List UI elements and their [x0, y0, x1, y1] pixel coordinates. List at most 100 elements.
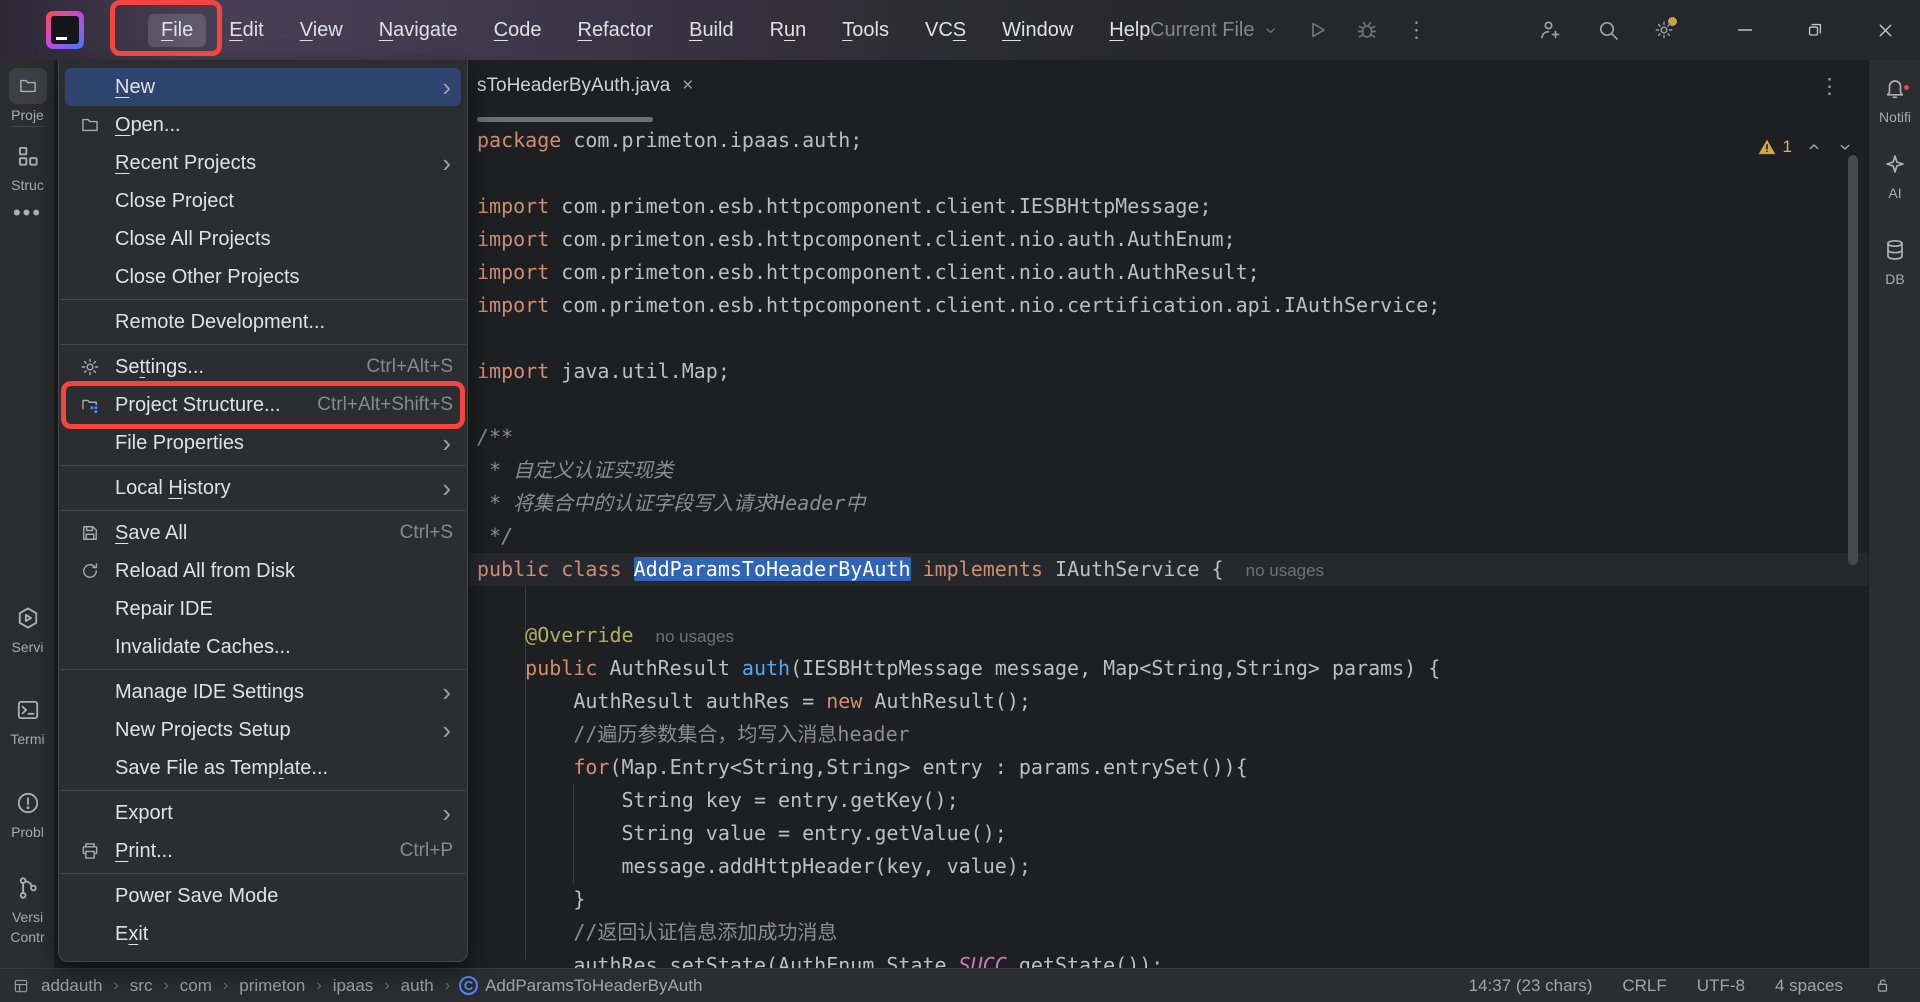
code-line[interactable]: /** [469, 421, 1868, 454]
menu-run[interactable]: Run [757, 14, 820, 47]
sidebar-item-version-control[interactable]: VersiContr [0, 870, 55, 946]
sidebar-item-project[interactable]: Proje [0, 68, 55, 124]
menu-item-close-project[interactable]: Close Project [59, 182, 467, 220]
breadcrumb-item[interactable]: auth [399, 976, 436, 996]
code-line[interactable]: //返回认证信息添加成功消息 [469, 916, 1868, 949]
menu-item-remote-development[interactable]: Remote Development... [59, 303, 467, 341]
code-line[interactable]: String value = entry.getValue(); [469, 817, 1868, 850]
menu-item-save-file-as-template[interactable]: Save File as Template... [59, 749, 467, 787]
inspections-widget[interactable]: 1 [1757, 130, 1854, 163]
line-separator-widget[interactable]: CRLF [1622, 976, 1666, 996]
menu-item-new[interactable]: New› [65, 68, 461, 106]
menu-tools[interactable]: Tools [829, 14, 902, 47]
sidebar-item-services[interactable]: Servi [0, 600, 55, 656]
code-line[interactable]: @Overrideno usages [469, 619, 1868, 652]
menu-vcs[interactable]: VCS [912, 14, 979, 47]
menu-item-local-history[interactable]: Local History› [59, 469, 467, 507]
breadcrumb-item[interactable]: com [178, 976, 214, 996]
breadcrumb-item-class[interactable]: CAddParamsToHeaderByAuth [459, 976, 702, 996]
breadcrumb-item[interactable]: addauth [39, 976, 104, 996]
minimize-button[interactable] [1710, 0, 1780, 60]
menu-item-settings[interactable]: Settings...Ctrl+Alt+S [59, 348, 467, 386]
editor-scrollbar[interactable] [1848, 155, 1858, 565]
sidebar-item-ai-assistant[interactable]: AI [1869, 146, 1920, 202]
menu-item-new-projects-setup[interactable]: New Projects Setup› [59, 711, 467, 749]
maximize-button[interactable] [1780, 0, 1850, 60]
chevron-up-icon[interactable] [1805, 138, 1823, 156]
sidebar-item-problems[interactable]: Probl [0, 785, 55, 841]
code-line[interactable] [469, 388, 1868, 421]
code-line[interactable] [469, 322, 1868, 355]
code-line[interactable]: for(Map.Entry<String,String> entry : par… [469, 751, 1868, 784]
menu-item-exit[interactable]: Exit [59, 915, 467, 953]
menu-item-invalidate-caches[interactable]: Invalidate Caches... [59, 628, 467, 666]
breadcrumb-item[interactable]: src [128, 976, 155, 996]
code-line[interactable]: package com.primeton.ipaas.auth; [469, 124, 1868, 157]
menu-item-export[interactable]: Export› [59, 794, 467, 832]
code-line[interactable]: //遍历参数集合，均写入消息header [469, 718, 1868, 751]
code-line[interactable]: import com.primeton.esb.httpcomponent.cl… [469, 256, 1868, 289]
menu-code[interactable]: Code [481, 14, 555, 47]
tab-scroll-indicator[interactable] [477, 117, 653, 122]
menu-item-save-all[interactable]: Save AllCtrl+S [59, 514, 467, 552]
breadcrumb-item[interactable]: ipaas [331, 976, 376, 996]
sidebar-item-database[interactable]: DB [1869, 232, 1920, 288]
encoding-widget[interactable]: UTF-8 [1697, 976, 1745, 996]
sidebar-item-more-tool-windows[interactable]: ••• [0, 195, 55, 231]
tab-close-icon[interactable]: × [682, 75, 693, 97]
menu-view[interactable]: View [287, 14, 356, 47]
editor-tab[interactable]: sToHeaderByAuth.java × [469, 60, 701, 112]
close-button[interactable] [1850, 0, 1920, 60]
file-writable-lock-icon[interactable] [1873, 976, 1892, 995]
project-structure-icon [77, 393, 103, 417]
chevron-down-icon[interactable] [1836, 138, 1854, 156]
breadcrumb-item[interactable]: primeton [237, 976, 307, 996]
code-line[interactable]: message.addHttpHeader(key, value); [469, 850, 1868, 883]
menu-item-power-save-mode[interactable]: Power Save Mode [59, 877, 467, 915]
menu-item-close-other-projects[interactable]: Close Other Projects [59, 258, 467, 296]
code-line[interactable]: String key = entry.getKey(); [469, 784, 1868, 817]
menu-window[interactable]: Window [989, 14, 1086, 47]
code-with-me-button[interactable] [1538, 18, 1562, 42]
menu-item-repair-ide[interactable]: Repair IDE [59, 590, 467, 628]
menu-edit[interactable]: Edit [216, 14, 276, 47]
debug-button[interactable] [1355, 18, 1379, 42]
indent-widget[interactable]: 4 spaces [1775, 976, 1843, 996]
menu-item-reload-all-from-disk[interactable]: Reload All from Disk [59, 552, 467, 590]
code-line[interactable]: authRes.setState(AuthEnum.State.SUCC.get… [469, 949, 1868, 968]
search-everywhere-button[interactable] [1596, 18, 1620, 42]
caret-position-widget[interactable]: 14:37 (23 chars) [1469, 976, 1593, 996]
menu-item-open[interactable]: Open... [59, 106, 467, 144]
menu-item-close-all-projects[interactable]: Close All Projects [59, 220, 467, 258]
code-line[interactable]: import com.primeton.esb.httpcomponent.cl… [469, 190, 1868, 223]
editor-options-icon[interactable]: ⋮ [1819, 74, 1840, 99]
settings-button[interactable] [1654, 20, 1674, 40]
code-line[interactable]: * 将集合中的认证字段写入请求Header中 [469, 487, 1868, 520]
menu-item-manage-ide-settings[interactable]: Manage IDE Settings› [59, 673, 467, 711]
menu-refactor[interactable]: Refactor [564, 14, 666, 47]
menu-navigate[interactable]: Navigate [366, 14, 471, 47]
menu-item-project-structure[interactable]: Project Structure...Ctrl+Alt+Shift+S [59, 386, 467, 424]
menu-file[interactable]: File [148, 14, 206, 47]
run-button[interactable] [1305, 18, 1329, 42]
code-line[interactable]: import com.primeton.esb.httpcomponent.cl… [469, 223, 1868, 256]
code-line[interactable]: AuthResult authRes = new AuthResult(); [469, 685, 1868, 718]
menu-build[interactable]: Build [676, 14, 746, 47]
code-line[interactable]: public AuthResult auth(IESBHttpMessage m… [469, 652, 1868, 685]
menu-item-file-properties[interactable]: File Properties› [59, 424, 467, 462]
run-configuration-dropdown[interactable]: Current File [1150, 19, 1279, 42]
code-line[interactable]: public class AddParamsToHeaderByAuth imp… [469, 553, 1868, 586]
code-line[interactable] [469, 157, 1868, 190]
code-line[interactable]: import java.util.Map; [469, 355, 1868, 388]
more-actions-button[interactable]: ⋮ [1405, 17, 1427, 43]
code-line[interactable]: */ [469, 520, 1868, 553]
menu-item-print[interactable]: Print...Ctrl+P [59, 832, 467, 870]
sidebar-item-structure[interactable]: Struc [0, 138, 55, 194]
code-line[interactable] [469, 586, 1868, 619]
code-line[interactable]: * 自定义认证实现类 [469, 454, 1868, 487]
sidebar-item-terminal[interactable]: Termi [0, 692, 55, 748]
code-line[interactable]: import com.primeton.esb.httpcomponent.cl… [469, 289, 1868, 322]
code-line[interactable]: } [469, 883, 1868, 916]
menu-item-recent-projects[interactable]: Recent Projects› [59, 144, 467, 182]
sidebar-item-notifications[interactable]: Notifi [1869, 70, 1920, 126]
